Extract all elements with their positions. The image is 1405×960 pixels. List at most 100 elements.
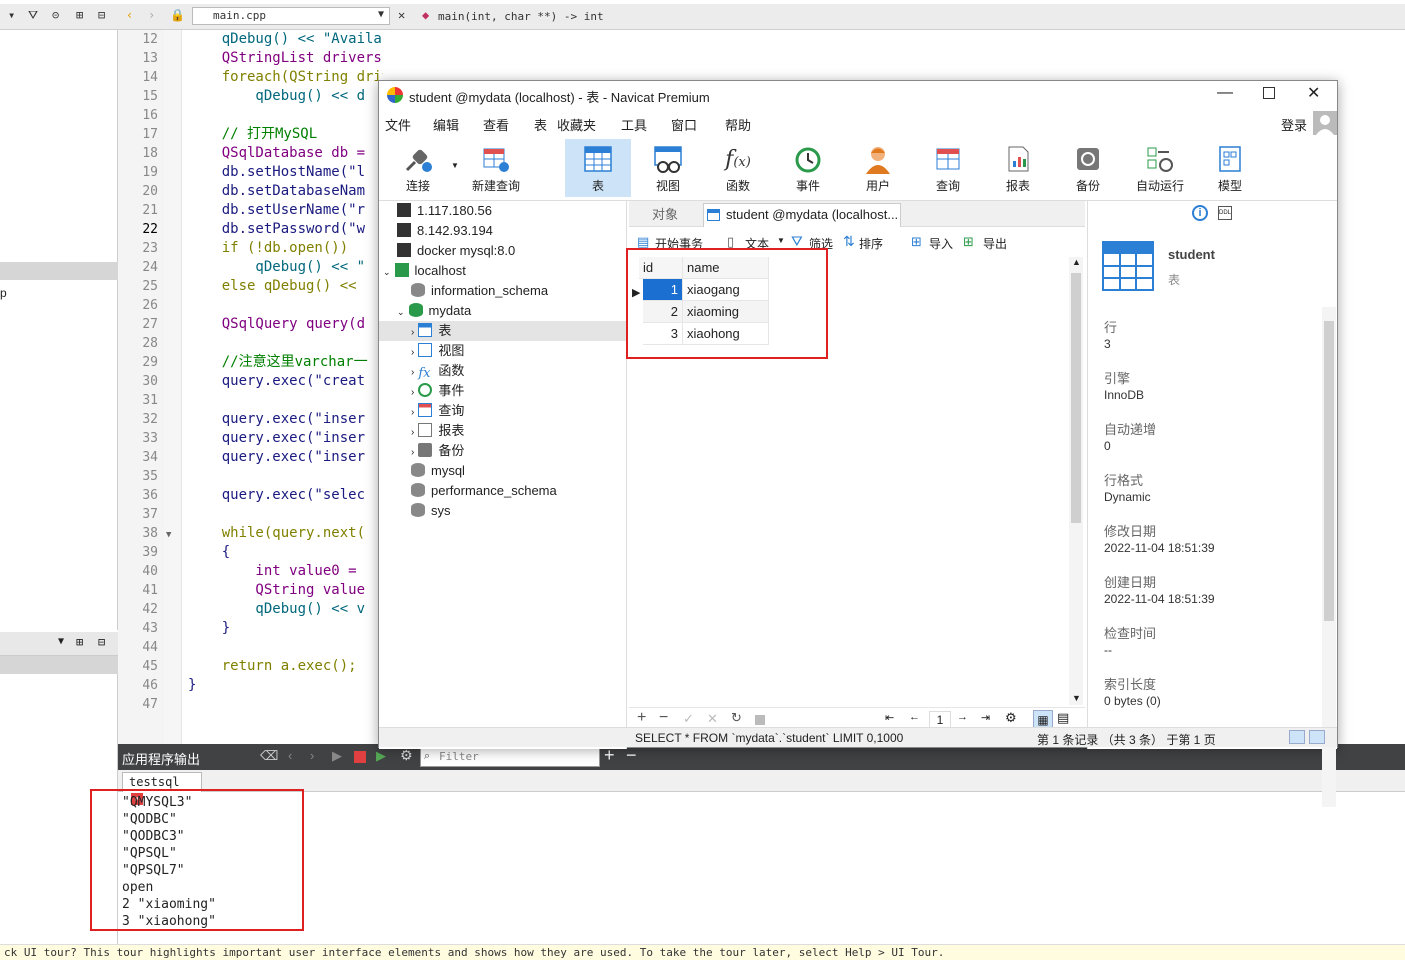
tree-item-reports[interactable]: › 报表 [411, 421, 464, 441]
tab-student[interactable]: student @mydata (localhost... [703, 203, 901, 227]
database-item[interactable]: information_schema [411, 281, 548, 301]
view-button[interactable]: 视图 [635, 139, 701, 197]
tab-objects[interactable]: 对象 [629, 203, 701, 227]
chevron-down-icon[interactable]: ⌄ [383, 267, 391, 277]
tree-item-views[interactable]: › 视图 [411, 341, 464, 361]
chevron-down-icon[interactable]: ⌄ [397, 307, 405, 317]
code-editor[interactable]: qDebug() << "Available drivers:"; QStrin… [188, 30, 383, 744]
tree-item-functions[interactable]: › fx 函数 [411, 361, 464, 381]
function-selector[interactable]: main(int, char **) -> int [438, 10, 604, 23]
selected-row[interactable] [0, 656, 118, 674]
chevron-down-icon[interactable]: ▼ [58, 636, 64, 647]
back-icon[interactable]: ‹ [126, 8, 133, 22]
prev-page-icon[interactable]: ← [909, 711, 920, 723]
connect-button[interactable]: 连接 [385, 139, 451, 197]
form-view-icon[interactable]: ▤ [1057, 710, 1069, 726]
database-item-mydata[interactable]: ⌄ mydata [397, 301, 471, 321]
next-page-icon[interactable]: → [957, 711, 968, 723]
chevron-right-icon[interactable]: › [411, 347, 414, 358]
last-page-icon[interactable]: ⇥ [981, 711, 990, 724]
grid-scrollbar[interactable]: ▲ ▼ [1069, 257, 1083, 705]
avatar-icon[interactable] [1313, 111, 1337, 135]
query-button[interactable]: 查询 [915, 139, 981, 197]
report-button[interactable]: 报表 [985, 139, 1051, 197]
ui-tour-banner[interactable]: ck UI tour? This tour highlights importa… [0, 944, 1405, 960]
ddl-icon[interactable]: DDL [1218, 206, 1232, 220]
sort-button[interactable]: 排序 [859, 235, 883, 252]
chevron-down-icon[interactable]: ▼ [451, 161, 459, 170]
new-query-button[interactable]: 新建查询 [463, 139, 529, 197]
filter-icon[interactable]: ⛛ [28, 8, 38, 23]
chevron-down-icon[interactable]: ▼ [777, 236, 785, 245]
close-pane-icon[interactable]: ⊟ [98, 8, 105, 22]
menu-table[interactable]: 表 [534, 115, 547, 134]
automation-button[interactable]: 自动运行 [1125, 139, 1195, 197]
user-button[interactable]: 用户 [845, 139, 911, 197]
table-button[interactable]: 表 [565, 139, 631, 197]
close-button[interactable]: ✕ [1307, 83, 1320, 103]
scroll-up-icon[interactable]: ▲ [1072, 257, 1081, 267]
gear-icon[interactable]: ⚙ [400, 747, 413, 764]
chevron-right-icon[interactable]: › [411, 387, 414, 398]
split-icon[interactable]: ⊞ [76, 635, 83, 649]
tree-item-tables[interactable]: › 表 [379, 321, 626, 341]
menu-favorites[interactable]: 收藏夹 [557, 115, 596, 134]
tree-item-queries[interactable]: › 查询 [411, 401, 464, 421]
refresh-icon[interactable]: ↻ [731, 710, 742, 726]
chevron-right-icon[interactable]: › [411, 407, 414, 418]
clear-icon[interactable]: ⌫ [260, 748, 278, 764]
run-icon[interactable]: ▶ [332, 748, 342, 764]
login-link[interactable]: 登录 [1281, 115, 1307, 134]
connection-item[interactable]: 1.117.180.56 [397, 201, 492, 221]
minimize-button[interactable]: — [1217, 84, 1233, 102]
debug-icon[interactable]: ▶ [376, 748, 386, 764]
connection-item-localhost[interactable]: ⌄ localhost [383, 261, 466, 281]
tree-item-events[interactable]: › 事件 [411, 381, 464, 401]
close-pane-icon[interactable]: ⊟ [98, 635, 105, 649]
database-item[interactable]: mysql [411, 461, 465, 481]
chevron-down-icon[interactable]: ▼ [378, 9, 384, 20]
stop-icon[interactable] [755, 715, 765, 725]
dropdown-icon[interactable]: ▾ [8, 8, 15, 22]
apply-icon[interactable]: ✓ [683, 711, 694, 727]
menu-tools[interactable]: 工具 [621, 115, 647, 134]
stop-icon[interactable] [354, 751, 366, 763]
panel-left-icon[interactable] [1289, 730, 1305, 744]
link-icon[interactable]: ⊝ [52, 8, 59, 22]
next-icon[interactable]: › [310, 748, 314, 763]
split-icon[interactable]: ⊞ [76, 8, 83, 22]
function-button[interactable]: f(x) 函数 [705, 139, 771, 197]
menu-view[interactable]: 查看 [483, 115, 509, 134]
delete-record-icon[interactable]: − [659, 709, 668, 727]
scrollbar-thumb[interactable] [1071, 273, 1081, 523]
pane-item[interactable]: p [0, 286, 7, 300]
first-page-icon[interactable]: ⇤ [885, 711, 894, 724]
maximize-button[interactable] [1263, 87, 1275, 99]
filter-input[interactable]: Filter [420, 747, 600, 767]
file-selector[interactable]: main.cpp [192, 7, 390, 25]
chevron-right-icon[interactable]: › [411, 327, 414, 338]
prev-icon[interactable]: ‹ [288, 748, 292, 763]
tree-item-backups[interactable]: › 备份 [411, 441, 464, 461]
chevron-right-icon[interactable]: › [411, 367, 414, 378]
scrollbar-thumb[interactable] [1324, 321, 1334, 621]
panel-right-icon[interactable] [1309, 730, 1325, 744]
selected-row[interactable] [0, 262, 118, 280]
menu-edit[interactable]: 编辑 [433, 115, 459, 134]
menu-window[interactable]: 窗口 [671, 115, 697, 134]
discard-icon[interactable]: ✕ [707, 711, 718, 727]
export-button[interactable]: 导出 [983, 235, 1007, 252]
gear-icon[interactable]: ⚙ [1005, 710, 1017, 726]
close-icon[interactable]: ✕ [398, 8, 405, 22]
scroll-down-icon[interactable]: ▼ [1072, 693, 1081, 703]
event-button[interactable]: 事件 [775, 139, 841, 197]
info-icon[interactable]: i [1192, 205, 1208, 221]
chevron-right-icon[interactable]: › [411, 447, 414, 458]
forward-icon[interactable]: › [148, 8, 155, 22]
fold-arrow-icon[interactable]: ▼ [166, 530, 171, 540]
database-item[interactable]: sys [411, 501, 451, 521]
menu-file[interactable]: 文件 [385, 115, 411, 134]
menu-help[interactable]: 帮助 [725, 115, 751, 134]
connection-item[interactable]: 8.142.93.194 [397, 221, 493, 241]
database-item[interactable]: performance_schema [411, 481, 557, 501]
